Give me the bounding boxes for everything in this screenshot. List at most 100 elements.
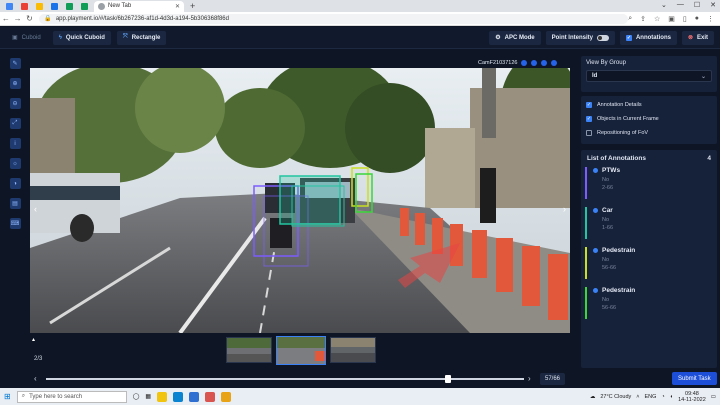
active-tab[interactable]: New Tab ✕ [94, 0, 184, 12]
option-row[interactable]: ✓ Objects in Current Frame [581, 112, 717, 126]
annotation-name: Pedestrain [602, 247, 636, 254]
annotation-item[interactable]: Pedestrain No 56-66 [585, 287, 713, 321]
contrast-icon[interactable]: ◑ [9, 178, 21, 189]
point-intensity-toggle[interactable]: Point Intensity [545, 30, 615, 45]
camera-thumbnail[interactable] [226, 337, 272, 363]
camera-position: 2/3 [34, 356, 43, 362]
forward-icon[interactable]: → [12, 14, 24, 23]
widgets-icon[interactable]: ▦ [145, 393, 151, 400]
extensions-icon[interactable]: ▣ [668, 15, 675, 23]
timeline-slider-handle[interactable] [444, 375, 451, 383]
next-camera-arrow[interactable]: › [563, 204, 566, 214]
option-row[interactable]: ✓ Annotation Details [581, 98, 717, 112]
menu-icon[interactable]: ⋮ [707, 15, 714, 23]
pinned-tab-3[interactable] [33, 2, 45, 11]
windows-taskbar: ⊞ ⌕ Type here to search ◯ ▦ ☁ 27°C Cloud… [0, 388, 720, 405]
prev-camera-arrow[interactable]: ‹ [34, 204, 37, 214]
edge-icon[interactable] [173, 391, 184, 402]
annotation-color-bar [585, 287, 587, 319]
app-icon [35, 2, 43, 10]
annotation-frame-range: 1-66 [602, 225, 614, 231]
wifi-icon[interactable]: ◔ [661, 394, 664, 400]
profile-icon[interactable]: ● [695, 15, 699, 23]
checkbox-icon[interactable] [586, 130, 592, 136]
rectangle-button[interactable]: ⤧ Rectangle [116, 30, 167, 45]
apc-mode-button[interactable]: ⚙ APC Mode [489, 30, 541, 45]
layers-icon[interactable]: ▤ [9, 198, 21, 209]
checkbox-icon[interactable]: ✓ [586, 102, 592, 108]
annotation-color-bar [585, 207, 587, 239]
sheets-icon [65, 2, 73, 10]
eye-icon[interactable] [541, 60, 548, 66]
pinned-tab-google[interactable] [3, 2, 15, 11]
toggle-switch[interactable] [596, 34, 609, 41]
checkbox-icon[interactable]: ✓ [625, 34, 632, 41]
camera-info-icon[interactable] [531, 60, 538, 66]
annotation-item[interactable]: PTWs No 2-66 [585, 167, 713, 201]
close-window-icon[interactable]: ✕ [710, 1, 716, 9]
pencil-icon[interactable]: ✎ [9, 58, 21, 69]
weather-text: 27°C Cloudy [600, 393, 632, 400]
zoom-icon[interactable]: ⌕ [628, 15, 632, 23]
mail-icon[interactable] [189, 391, 200, 402]
language-indicator[interactable]: ENG [644, 394, 656, 400]
back-icon[interactable]: ← [0, 14, 12, 23]
minimize-icon[interactable]: — [677, 1, 684, 9]
exit-button[interactable]: ⊗ Exit [681, 30, 714, 45]
close-tab-icon[interactable]: ✕ [175, 3, 180, 10]
camera-thumbnail-selected[interactable] [276, 336, 326, 365]
url-input[interactable]: 🔒 app.playment.io/#/task/6b267236-af1d-4… [39, 13, 629, 24]
group-select[interactable]: Id ⌄ [586, 70, 712, 82]
clock-date: 14-11-2022 [678, 396, 706, 403]
notification-icon[interactable]: ▭ [711, 394, 716, 400]
volume-icon[interactable]: ◖ [670, 394, 673, 400]
timeline-slider[interactable] [46, 375, 524, 383]
pinned-tab-6[interactable] [78, 2, 90, 11]
next-frame-icon[interactable]: › [528, 374, 531, 383]
annotation-item[interactable]: Pedestrain No 56-66 [585, 247, 713, 281]
expand-icon[interactable] [551, 60, 558, 66]
file-explorer-icon[interactable] [157, 391, 168, 402]
apc-mode-label: APC Mode [504, 34, 535, 41]
annotation-item[interactable]: Car No 1-66 [585, 207, 713, 241]
cuboid-button[interactable]: ▣ Cuboid [6, 31, 47, 45]
exit-icon: ⊗ [687, 35, 693, 41]
camera-settings-icon[interactable] [521, 60, 528, 66]
reload-icon[interactable]: ↻ [24, 14, 36, 23]
pinned-tab-5[interactable] [63, 2, 75, 11]
prev-frame-icon[interactable]: ‹ [34, 374, 37, 383]
brightness-icon[interactable]: ☼ [9, 158, 21, 169]
pinned-tab-2[interactable] [18, 2, 30, 11]
task-view-icon[interactable]: ◯ [133, 393, 140, 400]
zoom-out-icon[interactable]: ⊖ [9, 98, 21, 109]
info-icon[interactable]: i [9, 138, 21, 149]
annotations-button[interactable]: ✓ Annotations [619, 30, 677, 45]
keyboard-icon[interactable]: ⌨ [9, 218, 21, 229]
option-row[interactable]: Repositioning of FoV [581, 126, 717, 140]
annotation-name: Car [602, 207, 613, 214]
pinned-tab-4[interactable] [48, 2, 60, 11]
fit-icon[interactable]: ⤢ [9, 118, 21, 129]
quick-cuboid-button[interactable]: ϟ Quick Cuboid [52, 30, 111, 45]
submit-task-button[interactable]: Submit Task [672, 372, 717, 385]
maximize-icon[interactable]: ☐ [694, 1, 700, 9]
checkbox-icon[interactable]: ✓ [586, 116, 592, 122]
sidebar-icon[interactable]: ▯ [683, 15, 687, 23]
tray-chevron-icon[interactable]: ˄ [636, 394, 639, 400]
zoom-in-icon[interactable]: ⊕ [9, 78, 21, 89]
star-icon[interactable]: ☆ [654, 15, 660, 23]
option-label: Objects in Current Frame [597, 116, 659, 122]
camera-image-viewport[interactable]: ‹ › [30, 68, 570, 333]
exit-label: Exit [696, 34, 708, 41]
new-tab-button[interactable]: + [190, 1, 195, 11]
share-icon[interactable]: ⇪ [640, 15, 646, 23]
taskbar-search-input[interactable]: ⌕ Type here to search [16, 390, 127, 403]
view-by-group-card: View By Group Id ⌄ [581, 56, 717, 92]
clock[interactable]: 09:48 14-11-2022 [678, 391, 706, 403]
frame-counter: 57/66 [540, 373, 566, 385]
chevron-down-icon[interactable]: ⌄ [661, 1, 667, 9]
windows-start-icon[interactable]: ⊞ [4, 392, 11, 401]
camera-thumbnail[interactable] [330, 337, 376, 363]
office-icon[interactable] [205, 391, 216, 402]
chrome-icon[interactable] [221, 391, 232, 402]
